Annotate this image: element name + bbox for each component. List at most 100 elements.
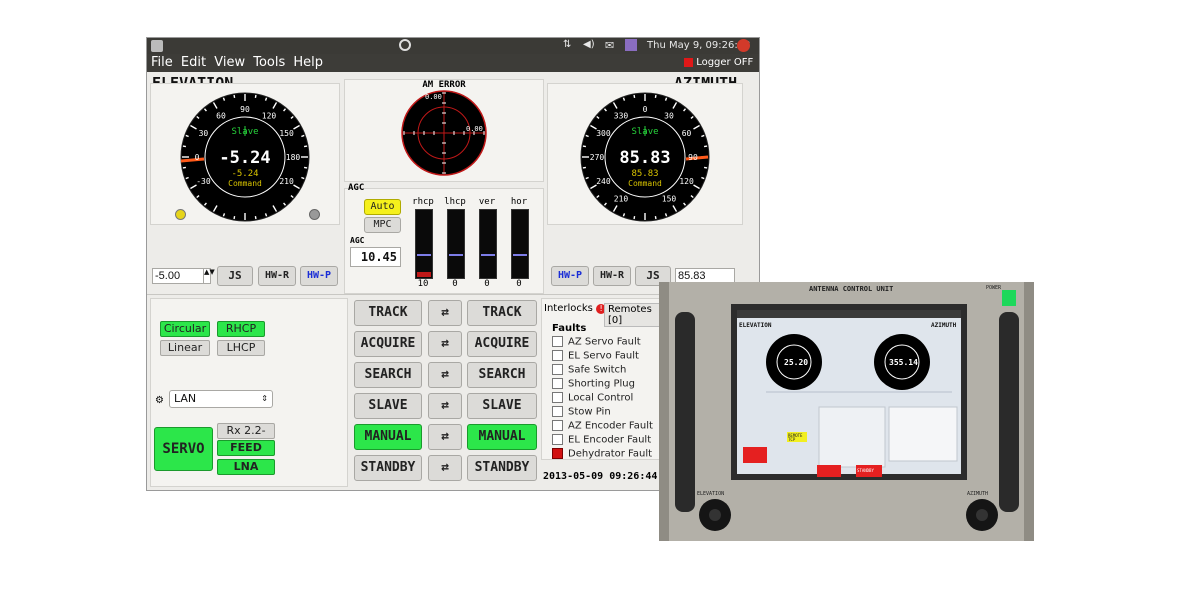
fault-checkbox[interactable] [552, 406, 563, 417]
fault-row[interactable]: AZ Encoder Fault [552, 420, 653, 434]
swap-arrows-icon[interactable]: ⇄ [428, 455, 462, 481]
elevation-tick [233, 215, 236, 220]
fault-row[interactable]: AZ Servo Fault [552, 336, 641, 350]
mode-right-manual-button[interactable]: MANUAL [467, 424, 537, 450]
mode-right-acquire-button[interactable]: ACQUIRE [467, 331, 537, 357]
mode-left-search-button[interactable]: SEARCH [354, 362, 422, 388]
mode-right-slave-button[interactable]: SLAVE [467, 393, 537, 419]
swap-arrows-icon[interactable]: ⇄ [428, 362, 462, 388]
azimuth-hwr-button[interactable]: HW-R [593, 266, 631, 286]
fault-label: EL Encoder Fault [568, 434, 652, 446]
volume-icon[interactable]: ◀) [583, 39, 595, 50]
am-error-scope: 0.00 0.00 [401, 90, 487, 176]
menu-tools[interactable]: Tools [253, 54, 285, 72]
menu-edit[interactable]: Edit [181, 54, 206, 72]
circular-button[interactable]: Circular [160, 321, 210, 337]
connection-icon: ⚙ [155, 395, 164, 406]
fault-label: EL Servo Fault [568, 350, 639, 362]
faults-title: Faults [552, 323, 587, 334]
mode-left-track-button[interactable]: TRACK [354, 300, 422, 326]
swap-arrows-icon[interactable]: ⇄ [428, 300, 462, 326]
azimuth-tick [622, 213, 626, 217]
fault-checkbox[interactable] [552, 350, 563, 361]
settings-gear-icon[interactable] [399, 39, 411, 51]
fault-checkbox[interactable] [552, 378, 563, 389]
elevation-js-button[interactable]: JS [217, 266, 253, 286]
linear-button[interactable]: Linear [160, 340, 210, 356]
connection-selected: LAN [174, 392, 197, 405]
elevation-tick [182, 166, 187, 169]
fault-row[interactable]: EL Servo Fault [552, 350, 639, 364]
fault-label: Safe Switch [568, 364, 627, 376]
fault-checkbox[interactable] [552, 434, 563, 445]
rhcp-button[interactable]: RHCP [217, 321, 265, 337]
swap-arrows-icon[interactable]: ⇄ [428, 393, 462, 419]
azimuth-tick [701, 134, 705, 138]
elevation-hwp-button[interactable]: HW-P [300, 266, 338, 286]
power-icon[interactable] [737, 39, 750, 52]
elevation-tick-label: 180 [286, 153, 301, 162]
elevation-tick [182, 145, 187, 148]
fault-row[interactable]: Local Control [552, 392, 633, 406]
elevation-tick-label: 90 [240, 105, 250, 114]
agc-title: AGC [348, 183, 365, 193]
azimuth-tick [664, 97, 668, 101]
azimuth-tick [654, 94, 657, 99]
fault-checkbox[interactable] [552, 448, 563, 459]
mode-right-search-button[interactable]: SEARCH [467, 362, 537, 388]
connection-select[interactable]: LAN ⇕ [169, 390, 273, 408]
agc-bar-ver [479, 209, 497, 279]
logger-toggle[interactable]: Logger OFF [684, 57, 753, 68]
chat-icon[interactable] [625, 39, 637, 51]
fault-label: Dehydrator Fault [568, 448, 653, 460]
azimuth-hwp-button[interactable]: HW-P [551, 266, 589, 286]
lna-button[interactable]: LNA [217, 459, 275, 475]
fault-checkbox[interactable] [552, 336, 563, 347]
mail-icon[interactable]: ✉ [605, 39, 614, 52]
interlocks-panel: Interlocks ! Remotes [0] Faults AZ Servo… [541, 298, 661, 460]
agc-bar-fill [417, 272, 431, 277]
interlocks-tab[interactable]: Interlocks ! [544, 303, 607, 314]
elevation-gauge-panel: Slave -5.24 -5.24 Command 90 60 120 30 150 0 1… [150, 83, 340, 225]
agc-bar-rhcp [415, 209, 433, 279]
elevation-angle-input[interactable] [152, 268, 206, 284]
menu-help[interactable]: Help [293, 54, 323, 72]
fault-checkbox[interactable] [552, 392, 563, 403]
mode-left-acquire-button[interactable]: ACQUIRE [354, 331, 422, 357]
rx-band-button[interactable]: Rx 2.2-2.4 [217, 423, 275, 451]
menu-bar: File Edit View Tools Help Logger OFF [147, 54, 759, 72]
agc-auto-button[interactable]: Auto [364, 199, 401, 215]
elevation-stepper[interactable]: ▲▼ [203, 268, 215, 284]
fault-row[interactable]: Dehydrator Fault [552, 448, 652, 462]
elevation-hwr-button[interactable]: HW-R [258, 266, 296, 286]
menu-file[interactable]: File [151, 54, 173, 72]
azimuth-tick [703, 145, 708, 148]
fault-row[interactable]: Shorting Plug [552, 378, 635, 392]
swap-arrows-icon[interactable]: ⇄ [428, 424, 462, 450]
feed-button[interactable]: FEED [217, 440, 275, 456]
fault-row[interactable]: Stow Pin [552, 406, 611, 420]
azimuth-tick-label: 120 [679, 177, 694, 186]
fault-checkbox[interactable] [552, 420, 563, 431]
mode-left-slave-button[interactable]: SLAVE [354, 393, 422, 419]
network-icon[interactable]: ⇅ [563, 39, 571, 50]
azimuth-gauge: Slave 85.83 85.83 Command 0330 30300 60270… [580, 92, 710, 222]
swap-arrows-icon[interactable]: ⇄ [428, 331, 462, 357]
mode-left-standby-button[interactable]: STANDBY [354, 455, 422, 481]
lower-left-panel: Circular RHCP Linear LHCP ⚙ LAN ⇕ SERVO … [150, 298, 348, 487]
fault-row[interactable]: Safe Switch [552, 364, 626, 378]
remotes-tab[interactable]: Remotes [0] [604, 303, 660, 327]
menu-view[interactable]: View [214, 54, 245, 72]
fault-row[interactable]: EL Encoder Fault [552, 434, 651, 448]
fault-checkbox[interactable] [552, 364, 563, 375]
lhcp-button[interactable]: LHCP [217, 340, 265, 356]
clock-datetime[interactable]: Thu May 9, 09:26:43 [647, 40, 750, 51]
agc-mpc-button[interactable]: MPC [364, 217, 401, 233]
elevation-tick [301, 134, 305, 138]
servo-button[interactable]: SERVO [154, 427, 213, 471]
mode-left-manual-button[interactable]: MANUAL [354, 424, 422, 450]
mode-right-standby-button[interactable]: STANDBY [467, 455, 537, 481]
elevation-right-indicator [309, 209, 320, 220]
azimuth-tick [701, 176, 705, 180]
mode-right-track-button[interactable]: TRACK [467, 300, 537, 326]
